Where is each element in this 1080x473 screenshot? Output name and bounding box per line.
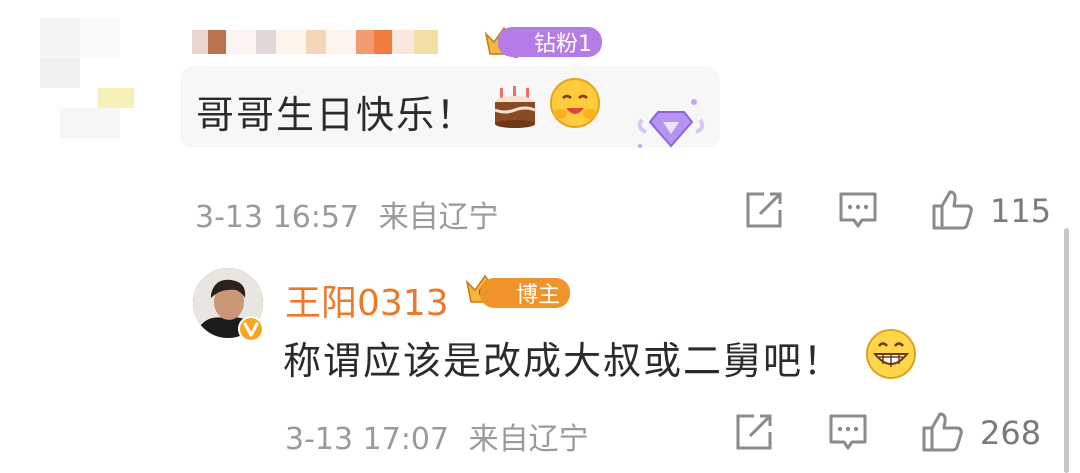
fan-badge[interactable]: 钻粉1 xyxy=(498,27,602,57)
reply-text: 称谓应该是改成大叔或二舅吧！ xyxy=(283,339,844,383)
like-count: 268 xyxy=(980,414,1042,452)
comment-icon[interactable] xyxy=(828,412,868,456)
hug-emoji xyxy=(548,76,602,134)
comment-icon[interactable] xyxy=(838,190,878,234)
reply-author[interactable]: 王阳0313 xyxy=(285,274,449,326)
comment-meta: 3-13 16:57 来自辽宁 xyxy=(195,192,499,236)
commenter-avatar-censored[interactable] xyxy=(30,18,180,158)
diamond-icon xyxy=(636,98,706,158)
like-icon[interactable] xyxy=(930,188,974,236)
reply-location: 来自辽宁 xyxy=(468,422,589,457)
blogger-badge-label: 博主 xyxy=(516,283,561,308)
share-icon[interactable] xyxy=(734,412,774,456)
comment-location: 来自辽宁 xyxy=(378,200,499,235)
scrollbar[interactable] xyxy=(1064,228,1069,473)
grin-emoji xyxy=(865,328,917,384)
reply-timestamp: 3-13 17:07 xyxy=(285,422,450,457)
commenter-name-censored[interactable] xyxy=(192,30,438,54)
like-count: 115 xyxy=(990,192,1052,230)
verified-icon xyxy=(238,316,264,342)
fan-badge-label: 钻粉1 xyxy=(534,32,592,57)
like-icon[interactable] xyxy=(920,410,964,458)
comment-text: 哥哥生日快乐！ xyxy=(196,93,477,137)
share-icon[interactable] xyxy=(744,190,784,234)
cake-emoji xyxy=(490,80,540,134)
comment-timestamp: 3-13 16:57 xyxy=(195,200,360,235)
blogger-badge[interactable]: 博主 xyxy=(480,278,571,308)
reply-meta: 3-13 17:07 来自辽宁 xyxy=(285,414,589,458)
